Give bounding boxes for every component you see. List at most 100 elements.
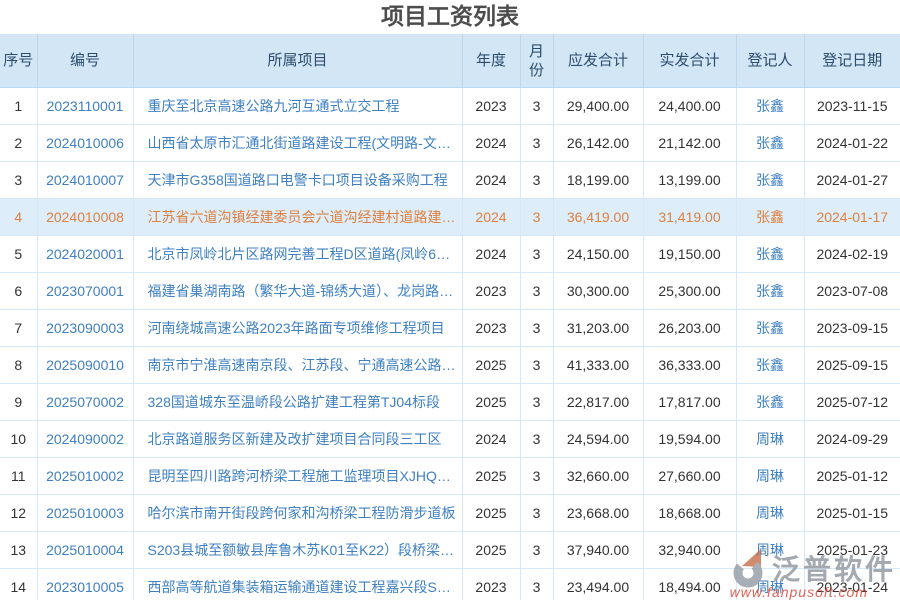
project-link[interactable]: 天津市G358国道路口电警卡口项目设备采购工程 <box>133 162 462 199</box>
header-year: 年度 <box>462 34 520 88</box>
row-index-cell: 4 <box>0 199 37 236</box>
row-index-cell: 8 <box>0 347 37 384</box>
header-registrant: 登记人 <box>736 34 804 88</box>
table-row[interactable]: 122025010003哈尔滨市南开街段跨何家和沟桥梁工程防滑步道板202532… <box>0 495 900 532</box>
year-cell: 2023 <box>462 569 520 600</box>
project-link[interactable]: 昆明至四川路跨河桥梁工程施工监理项目XJHQL-J... <box>133 458 462 495</box>
project-link[interactable]: 西部高等航道集装箱运输通道建设工程嘉兴段SG-1... <box>133 569 462 600</box>
project-link[interactable]: 重庆至北京高速公路九河互通式立交工程 <box>133 88 462 125</box>
table-row[interactable]: 22024010006山西省太原市汇通北街道路建设工程(文明路-文公...202… <box>0 125 900 162</box>
actual-amount-cell: 13,199.00 <box>643 162 736 199</box>
table-row[interactable]: 12023110001重庆至北京高速公路九河互通式立交工程2023329,400… <box>0 88 900 125</box>
actual-amount-cell: 21,142.00 <box>643 125 736 162</box>
register-date-cell: 2023-01-24 <box>804 569 900 600</box>
code-link[interactable]: 2025090010 <box>37 347 133 384</box>
code-link[interactable]: 2024090002 <box>37 421 133 458</box>
month-cell: 3 <box>520 532 553 569</box>
table-header-row: 序号 编号 所属项目 年度 月份 应发合计 实发合计 登记人 登记日期 <box>0 34 900 88</box>
code-link[interactable]: 2024010007 <box>37 162 133 199</box>
registrant-link[interactable]: 张鑫 <box>736 273 804 310</box>
project-link[interactable]: 山西省太原市汇通北街道路建设工程(文明路-文公... <box>133 125 462 162</box>
register-date-cell: 2024-09-29 <box>804 421 900 458</box>
year-cell: 2023 <box>462 310 520 347</box>
row-index-cell: 5 <box>0 236 37 273</box>
code-link[interactable]: 2024010008 <box>37 199 133 236</box>
project-link[interactable]: 福建省巢湖南路（繁华大道-锦绣大道）、龙岗路和... <box>133 273 462 310</box>
table-row[interactable]: 42024010008江苏省六道沟镇经建委员会六道沟经建村道路建设...2024… <box>0 199 900 236</box>
table-row[interactable]: 32024010007天津市G358国道路口电警卡口项目设备采购工程202431… <box>0 162 900 199</box>
registrant-link[interactable]: 张鑫 <box>736 384 804 421</box>
row-index-cell: 14 <box>0 569 37 600</box>
register-date-cell: 2025-07-12 <box>804 384 900 421</box>
project-link[interactable]: 南京市宁淮高速南京段、江苏段、宁通高速公路劳... <box>133 347 462 384</box>
payable-amount-cell: 26,142.00 <box>553 125 643 162</box>
register-date-cell: 2024-01-27 <box>804 162 900 199</box>
month-cell: 3 <box>520 310 553 347</box>
project-link[interactable]: 北京路道服务区新建及改扩建项目合同段三工区 <box>133 421 462 458</box>
payable-amount-cell: 23,494.00 <box>553 569 643 600</box>
project-link[interactable]: 北京市凤岭北片区路网完善工程D区道路(凤岭6号... <box>133 236 462 273</box>
payable-amount-cell: 24,150.00 <box>553 236 643 273</box>
actual-amount-cell: 17,817.00 <box>643 384 736 421</box>
actual-amount-cell: 18,668.00 <box>643 495 736 532</box>
project-link[interactable]: 江苏省六道沟镇经建委员会六道沟经建村道路建设... <box>133 199 462 236</box>
code-link[interactable]: 2025010004 <box>37 532 133 569</box>
row-index-cell: 2 <box>0 125 37 162</box>
project-link[interactable]: 哈尔滨市南开街段跨何家和沟桥梁工程防滑步道板 <box>133 495 462 532</box>
actual-amount-cell: 19,594.00 <box>643 421 736 458</box>
registrant-link[interactable]: 张鑫 <box>736 162 804 199</box>
actual-amount-cell: 24,400.00 <box>643 88 736 125</box>
header-payable: 应发合计 <box>553 34 643 88</box>
code-link[interactable]: 2025010002 <box>37 458 133 495</box>
actual-amount-cell: 19,150.00 <box>643 236 736 273</box>
payable-amount-cell: 36,419.00 <box>553 199 643 236</box>
actual-amount-cell: 32,940.00 <box>643 532 736 569</box>
code-link[interactable]: 2025070002 <box>37 384 133 421</box>
register-date-cell: 2025-01-23 <box>804 532 900 569</box>
registrant-link[interactable]: 周琳 <box>736 569 804 600</box>
year-cell: 2024 <box>462 162 520 199</box>
code-link[interactable]: 2023010005 <box>37 569 133 600</box>
code-link[interactable]: 2025010003 <box>37 495 133 532</box>
code-link[interactable]: 2023090003 <box>37 310 133 347</box>
project-link[interactable]: 328国道城东至温峤段公路扩建工程第TJ04标段 <box>133 384 462 421</box>
table-row[interactable]: 132025010004S203县城至额敏县库鲁木苏K01至K22）段桥梁养..… <box>0 532 900 569</box>
table-row[interactable]: 82025090010南京市宁淮高速南京段、江苏段、宁通高速公路劳...2025… <box>0 347 900 384</box>
table-row[interactable]: 142023010005西部高等航道集装箱运输通道建设工程嘉兴段SG-1...2… <box>0 569 900 600</box>
header-actual: 实发合计 <box>643 34 736 88</box>
table-row[interactable]: 112025010002昆明至四川路跨河桥梁工程施工监理项目XJHQL-J...… <box>0 458 900 495</box>
payroll-table: 序号 编号 所属项目 年度 月份 应发合计 实发合计 登记人 登记日期 1202… <box>0 34 900 600</box>
registrant-link[interactable]: 周琳 <box>736 495 804 532</box>
register-date-cell: 2025-01-12 <box>804 458 900 495</box>
month-cell: 3 <box>520 458 553 495</box>
payable-amount-cell: 37,940.00 <box>553 532 643 569</box>
registrant-link[interactable]: 张鑫 <box>736 236 804 273</box>
table-row[interactable]: 102024090002北京路道服务区新建及改扩建项目合同段三工区2024324… <box>0 421 900 458</box>
registrant-link[interactable]: 张鑫 <box>736 347 804 384</box>
registrant-link[interactable]: 张鑫 <box>736 88 804 125</box>
code-link[interactable]: 2024010006 <box>37 125 133 162</box>
registrant-link[interactable]: 周琳 <box>736 532 804 569</box>
actual-amount-cell: 18,494.00 <box>643 569 736 600</box>
project-link[interactable]: S203县城至额敏县库鲁木苏K01至K22）段桥梁养... <box>133 532 462 569</box>
table-row[interactable]: 62023070001福建省巢湖南路（繁华大道-锦绣大道）、龙岗路和...202… <box>0 273 900 310</box>
table-body: 12023110001重庆至北京高速公路九河互通式立交工程2023329,400… <box>0 88 900 600</box>
year-cell: 2024 <box>462 236 520 273</box>
project-link[interactable]: 河南绕城高速公路2023年路面专项维修工程项目 <box>133 310 462 347</box>
registrant-link[interactable]: 周琳 <box>736 458 804 495</box>
code-link[interactable]: 2023070001 <box>37 273 133 310</box>
registrant-link[interactable]: 张鑫 <box>736 125 804 162</box>
table-row[interactable]: 92025070002328国道城东至温峤段公路扩建工程第TJ04标段20253… <box>0 384 900 421</box>
table-row[interactable]: 72023090003河南绕城高速公路2023年路面专项维修工程项目202333… <box>0 310 900 347</box>
registrant-link[interactable]: 张鑫 <box>736 310 804 347</box>
actual-amount-cell: 25,300.00 <box>643 273 736 310</box>
registrant-link[interactable]: 周琳 <box>736 421 804 458</box>
code-link[interactable]: 2024020001 <box>37 236 133 273</box>
payable-amount-cell: 30,300.00 <box>553 273 643 310</box>
code-link[interactable]: 2023110001 <box>37 88 133 125</box>
actual-amount-cell: 27,660.00 <box>643 458 736 495</box>
year-cell: 2025 <box>462 532 520 569</box>
table-row[interactable]: 52024020001北京市凤岭北片区路网完善工程D区道路(凤岭6号...202… <box>0 236 900 273</box>
month-cell: 3 <box>520 495 553 532</box>
registrant-link[interactable]: 张鑫 <box>736 199 804 236</box>
